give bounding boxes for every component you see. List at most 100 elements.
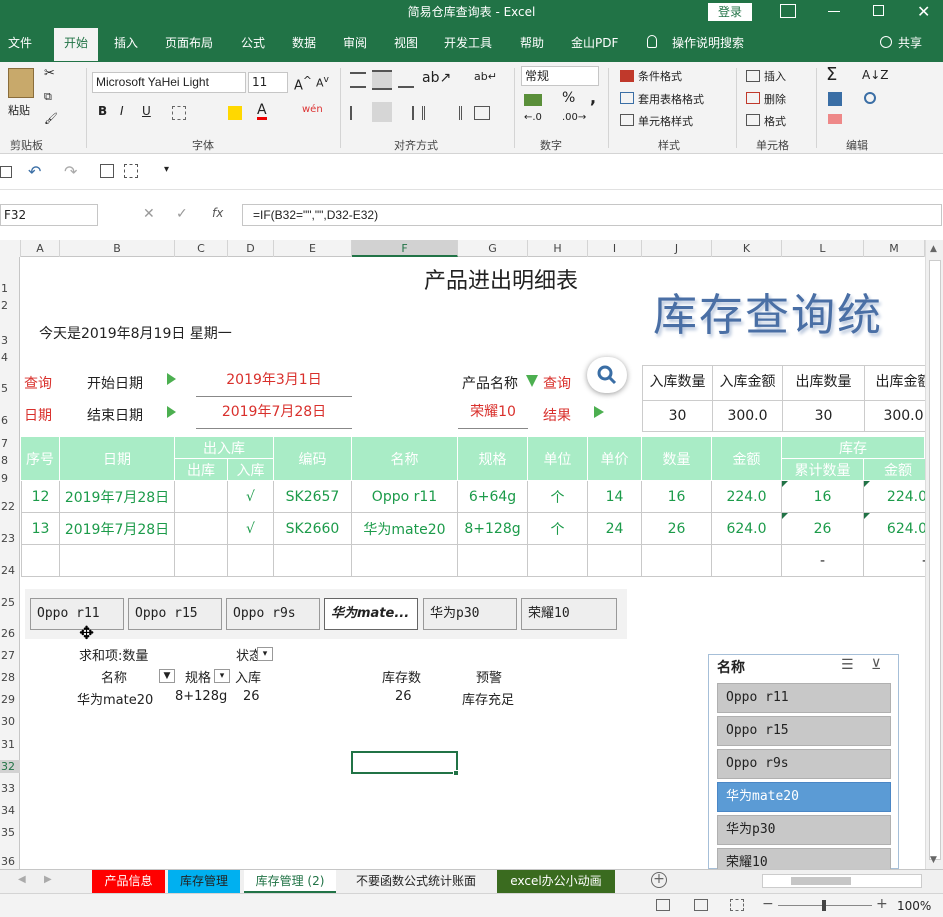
cut-icon[interactable]: ✂ xyxy=(44,66,55,81)
table-cell-out[interactable] xyxy=(175,545,228,577)
align-right-icon[interactable] xyxy=(398,106,414,120)
table-cell-in[interactable]: √ xyxy=(228,513,274,545)
table-cell-cum-qty[interactable]: - xyxy=(782,545,864,577)
shrink-font-icon[interactable]: Av xyxy=(316,74,329,90)
slicer-button[interactable]: 荣耀10 xyxy=(521,598,617,630)
table-format-button[interactable]: 套用表格格式 xyxy=(638,91,704,107)
slicer-item[interactable]: Oppo r15 xyxy=(717,716,891,746)
zoom-out-icon[interactable]: − xyxy=(762,896,774,912)
page-break-view-icon[interactable] xyxy=(730,899,744,911)
column-header-a[interactable]: A xyxy=(21,240,60,257)
fill-color-icon[interactable] xyxy=(228,106,242,120)
row-header[interactable]: 34 xyxy=(0,804,20,817)
name-filter-icon[interactable]: ▼ xyxy=(159,669,175,683)
orientation-icon[interactable]: ab↗ xyxy=(422,70,451,86)
row-header[interactable]: 7 xyxy=(0,437,20,450)
cell-style-button[interactable]: 单元格样式 xyxy=(638,113,693,129)
find-select-icon[interactable] xyxy=(864,92,876,104)
column-header-c[interactable]: C xyxy=(175,240,228,257)
slicer-item[interactable]: 华为mate20 xyxy=(717,782,891,812)
clear-icon[interactable] xyxy=(828,114,842,124)
comma-button[interactable]: , xyxy=(590,88,596,107)
column-header-f[interactable]: F xyxy=(352,240,458,257)
phonetic-button[interactable]: wén xyxy=(302,104,323,115)
increase-decimal-icon[interactable]: ←.0 xyxy=(524,112,542,123)
align-left-icon[interactable] xyxy=(350,106,366,120)
slicer-item[interactable]: Oppo r9s xyxy=(717,749,891,779)
zoom-level[interactable]: 100% xyxy=(897,899,931,913)
minimize-icon[interactable] xyxy=(828,11,840,12)
tab-developer[interactable]: 开发工具 xyxy=(444,34,492,51)
table-cell-in[interactable]: √ xyxy=(228,481,274,513)
paste-button[interactable]: 粘贴 xyxy=(8,102,30,118)
form-icon[interactable] xyxy=(124,164,138,178)
cancel-icon[interactable]: ✕ xyxy=(143,206,155,222)
font-size-select[interactable]: 11 xyxy=(248,72,288,93)
column-header-l[interactable]: L xyxy=(782,240,864,257)
table-cell-out[interactable] xyxy=(175,513,228,545)
page-layout-view-icon[interactable] xyxy=(694,899,708,911)
sheet-tab[interactable]: 产品信息 xyxy=(92,870,165,893)
close-icon[interactable]: ✕ xyxy=(917,2,930,21)
table-cell-spec[interactable]: 8+128g xyxy=(458,513,528,545)
table-cell-stock-amount[interactable]: 624.0 xyxy=(864,513,925,545)
sheet-tab[interactable]: 库存管理 xyxy=(168,870,240,893)
row-header[interactable]: 3 xyxy=(0,334,20,347)
slicer-item[interactable]: 华为p30 xyxy=(717,815,891,845)
product-value-input[interactable]: 荣耀10 xyxy=(458,399,528,429)
tab-page-layout[interactable]: 页面布局 xyxy=(165,34,213,51)
tab-file[interactable]: 文件 xyxy=(8,34,32,51)
horizontal-scrollbar[interactable] xyxy=(762,874,922,888)
font-name-select[interactable]: Microsoft YaHei Light xyxy=(92,72,246,93)
row-header[interactable]: 1 xyxy=(0,282,20,295)
row-header[interactable]: 22 xyxy=(0,500,20,513)
row-header[interactable]: 23 xyxy=(0,532,20,545)
table-cell-date[interactable] xyxy=(60,545,175,577)
active-cell[interactable] xyxy=(351,751,458,774)
decrease-indent-icon[interactable] xyxy=(422,106,438,120)
slicer-button[interactable]: 华为p30 xyxy=(423,598,517,630)
tab-data[interactable]: 数据 xyxy=(292,34,316,51)
tab-help[interactable]: 帮助 xyxy=(520,34,544,51)
table-cell-price[interactable]: 14 xyxy=(588,481,642,513)
clear-filter-icon[interactable]: ⊻ xyxy=(871,657,881,673)
print-preview-icon[interactable] xyxy=(100,164,114,178)
h-scroll-thumb[interactable] xyxy=(791,877,851,885)
ribbon-display-icon[interactable] xyxy=(780,4,796,18)
table-cell-spec[interactable] xyxy=(458,545,528,577)
row-header[interactable]: 24 xyxy=(0,564,20,577)
align-middle-icon[interactable] xyxy=(372,70,392,90)
scroll-down-icon[interactable]: ▼ xyxy=(930,855,937,865)
zoom-slider-handle[interactable] xyxy=(822,900,826,911)
search-button[interactable] xyxy=(587,357,627,393)
slicer-button[interactable]: Oppo r11 xyxy=(30,598,124,630)
share-button[interactable]: 共享 xyxy=(898,34,922,51)
row-header[interactable]: 36 xyxy=(0,855,20,868)
start-date-input[interactable]: 2019年3月1日 xyxy=(196,367,352,397)
table-cell-code[interactable] xyxy=(274,545,352,577)
grow-font-icon[interactable]: A^ xyxy=(294,74,312,93)
name-box[interactable]: F32 xyxy=(0,204,98,226)
enter-icon[interactable]: ✓ xyxy=(176,206,188,222)
table-cell-name[interactable]: Oppo r11 xyxy=(352,481,458,513)
tab-scroll-left-icon[interactable]: ◀ xyxy=(18,874,26,885)
table-cell-date[interactable]: 2019年7月28日 xyxy=(60,481,175,513)
table-cell-price[interactable]: 24 xyxy=(588,513,642,545)
formula-input[interactable]: =IF(B32="","",D32-E32) xyxy=(242,204,942,226)
undo-icon[interactable]: ↶ xyxy=(28,162,41,181)
scroll-up-icon[interactable]: ▲ xyxy=(930,244,937,254)
wrap-text-icon[interactable]: ab↵ xyxy=(474,70,497,83)
column-header-b[interactable]: B xyxy=(60,240,175,257)
row-header[interactable]: 27 xyxy=(0,649,20,662)
table-cell-qty[interactable]: 16 xyxy=(642,481,712,513)
column-header-i[interactable]: I xyxy=(588,240,642,257)
column-header-d[interactable]: D xyxy=(228,240,274,257)
slicer-button[interactable]: Oppo r15 xyxy=(128,598,222,630)
status-filter-icon[interactable]: ▾ xyxy=(257,647,273,661)
maximize-icon[interactable] xyxy=(873,5,884,16)
tab-kingsoft-pdf[interactable]: 金山PDF xyxy=(571,34,618,51)
slicer-item[interactable]: Oppo r11 xyxy=(717,683,891,713)
row-header[interactable]: 33 xyxy=(0,782,20,795)
currency-icon[interactable] xyxy=(524,94,542,106)
percent-button[interactable]: % xyxy=(562,90,575,106)
